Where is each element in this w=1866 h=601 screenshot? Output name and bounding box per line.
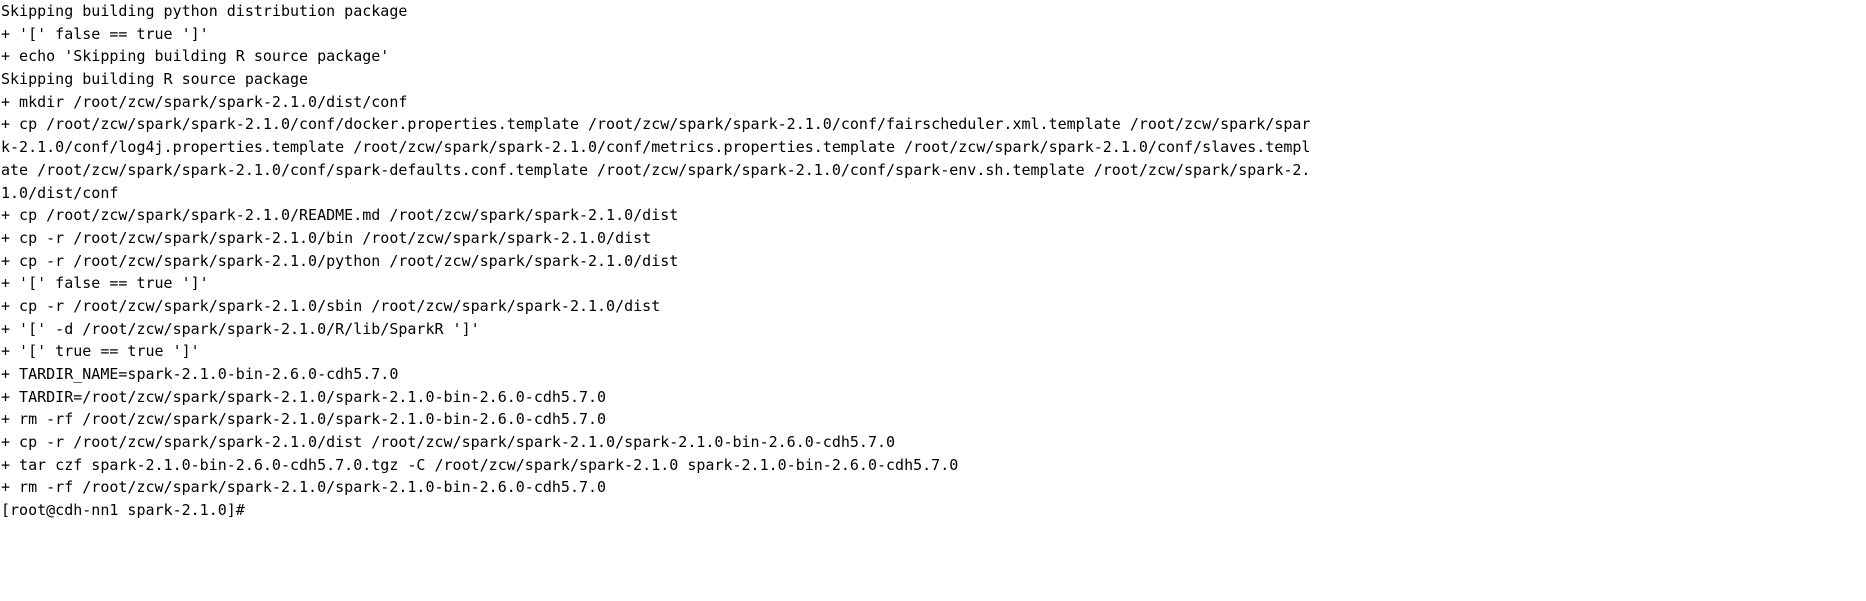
terminal-output-line: + tar czf spark-2.1.0-bin-2.6.0-cdh5.7.0… <box>1 455 959 474</box>
terminal-output-line: + echo 'Skipping building R source packa… <box>1 47 390 66</box>
terminal-output-line: + '[' true == true ']' <box>1 342 200 361</box>
shell-prompt-line: [root@cdh-nn1 spark-2.1.0]# <box>1 501 245 520</box>
terminal-output-line: + TARDIR_NAME=spark-2.1.0-bin-2.6.0-cdh5… <box>1 365 399 383</box>
terminal-output-line: + '[' -d /root/zcw/spark/spark-2.1.0/R/l… <box>1 319 480 338</box>
terminal-output-line: + cp -r /root/zcw/spark/spark-2.1.0/pyth… <box>1 251 679 270</box>
terminal-output-line: ate /root/zcw/spark/spark-2.1.0/conf/spa… <box>1 160 1311 179</box>
terminal-output-line: + cp /root/zcw/spark/spark-2.1.0/README.… <box>1 206 679 225</box>
terminal-console-output[interactable]: Skipping building python distribution pa… <box>0 0 1866 601</box>
terminal-output-line: Skipping building python distribution pa… <box>1 2 408 20</box>
terminal-output-line: k-2.1.0/conf/log4j.properties.template /… <box>1 138 1311 157</box>
terminal-output-line: + cp -r /root/zcw/spark/spark-2.1.0/sbin… <box>1 296 661 315</box>
terminal-output-line: + '[' false == true ']' <box>1 24 209 43</box>
terminal-output-line: 1.0/dist/conf <box>1 183 119 202</box>
terminal-output-line: + mkdir /root/zcw/spark/spark-2.1.0/dist… <box>1 92 408 111</box>
terminal-output-line: + rm -rf /root/zcw/spark/spark-2.1.0/spa… <box>1 478 607 497</box>
terminal-output-line: + '[' false == true ']' <box>1 274 209 293</box>
terminal-output-line: Skipping building R source package <box>1 70 309 89</box>
terminal-output-line: + TARDIR=/root/zcw/spark/spark-2.1.0/spa… <box>1 387 607 406</box>
terminal-output-line: + cp -r /root/zcw/spark/spark-2.1.0/dist… <box>1 433 896 452</box>
terminal-output-line: + rm -rf /root/zcw/spark/spark-2.1.0/spa… <box>1 410 607 429</box>
terminal-output-line: + cp /root/zcw/spark/spark-2.1.0/conf/do… <box>1 115 1311 134</box>
terminal-output-line: + cp -r /root/zcw/spark/spark-2.1.0/bin … <box>1 228 652 247</box>
